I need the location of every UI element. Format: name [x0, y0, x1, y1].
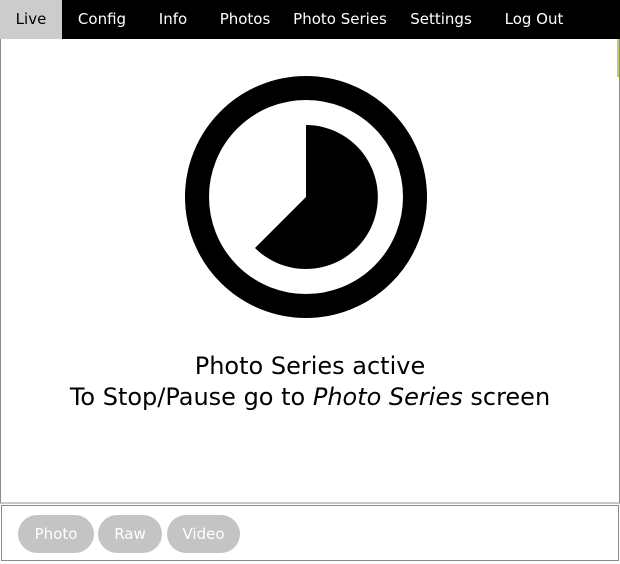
- tab-config[interactable]: Config: [62, 0, 142, 39]
- live-view-panel: Photo Series active To Stop/Pause go to …: [0, 39, 620, 504]
- photo-series-instruction: To Stop/Pause go to Photo Series screen: [1, 382, 619, 413]
- panel-edge-marker: [617, 39, 619, 77]
- photo-button[interactable]: Photo: [18, 515, 94, 553]
- tab-info[interactable]: Info: [142, 0, 204, 39]
- instruction-suffix: screen: [462, 383, 551, 411]
- tab-log-out[interactable]: Log Out: [488, 0, 580, 39]
- video-button[interactable]: Video: [167, 515, 240, 553]
- photo-series-status-message: Photo Series active To Stop/Pause go to …: [1, 351, 619, 413]
- tab-photo-series[interactable]: Photo Series: [286, 0, 394, 39]
- raw-button[interactable]: Raw: [98, 515, 162, 553]
- tab-photos[interactable]: Photos: [204, 0, 286, 39]
- capture-controls: Photo Raw Video: [1, 505, 619, 561]
- photo-series-screen-name: Photo Series: [312, 383, 463, 411]
- tab-live[interactable]: Live: [0, 0, 62, 39]
- photo-series-active-text: Photo Series active: [194, 352, 426, 380]
- top-navigation: Live Config Info Photos Photo Series Set…: [0, 0, 620, 39]
- tab-settings[interactable]: Settings: [394, 0, 488, 39]
- timer-icon: [185, 76, 427, 318]
- instruction-prefix: To Stop/Pause go to: [69, 383, 313, 411]
